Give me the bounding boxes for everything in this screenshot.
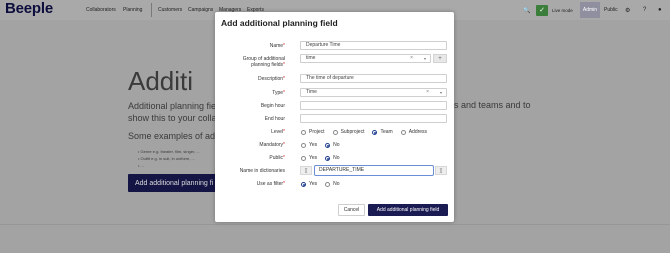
group-select[interactable]: time × ▾ (300, 54, 431, 63)
group-label: Group of additional planning fields* (242, 56, 285, 68)
chevron-down-icon[interactable]: ▾ (424, 55, 426, 62)
add-planning-field-button-bg[interactable]: Add additional planning fi (128, 174, 220, 192)
end-hour-input[interactable] (300, 114, 447, 123)
public-option-yes[interactable]: Yes (301, 155, 317, 161)
dialog-title: Add additional planning field (221, 18, 338, 28)
mandatory-option-no[interactable]: No (325, 142, 340, 148)
description-label: Description* (258, 76, 285, 82)
list-item: • Genre e.g. theater, film, singer, ... (138, 149, 200, 154)
live-mode-label: Live mode (552, 7, 573, 13)
description-input[interactable]: The time of departure (300, 74, 447, 83)
nav-divider (151, 3, 152, 17)
add-group-button[interactable]: + (433, 54, 447, 63)
admin-tab[interactable]: Admin (580, 2, 600, 18)
radio-button[interactable] (332, 129, 338, 135)
list-item: • Outfit e.g. in suit, in uniform, ... (138, 156, 195, 161)
radio-button-selected[interactable] (372, 129, 378, 135)
type-label: Type* (272, 90, 285, 96)
name-label: Name* (269, 43, 285, 49)
mandatory-radio-group: Yes No (301, 142, 348, 148)
brackets-icon: [[ (300, 166, 312, 175)
level-option-address[interactable]: Address (400, 129, 427, 135)
brackets-icon: ]] (435, 166, 447, 175)
page-intro-text-right: s and teams and to (454, 100, 531, 110)
clear-icon[interactable]: × (410, 55, 413, 62)
list-item: • ... (138, 163, 144, 168)
public-radio-group: Yes No (301, 155, 348, 161)
page-title: Additi (128, 66, 194, 96)
add-planning-field-button[interactable]: Add additional planning field (368, 204, 448, 216)
radio-button-selected[interactable] (325, 155, 331, 161)
add-planning-field-dialog: Add additional planning field Name* Depa… (215, 12, 454, 222)
dict-name-input[interactable]: DEPARTURE_TIME (314, 165, 434, 176)
page-intro-text: Additional planning field show this to y… (128, 101, 224, 123)
nav-customers[interactable]: Customers (158, 7, 182, 13)
live-mode-toggle[interactable]: ✓ Live mode (536, 3, 573, 17)
user-icon[interactable]: ● (658, 3, 662, 17)
public-tab[interactable]: Public (604, 3, 618, 17)
footer-divider (0, 224, 670, 225)
help-icon[interactable]: ? (643, 3, 646, 17)
clear-icon[interactable]: × (426, 89, 429, 96)
dict-name-label: Name in dictionaries (239, 168, 285, 174)
level-option-project[interactable]: Project (301, 129, 325, 135)
level-option-team[interactable]: Team (372, 129, 393, 135)
examples-list: • Genre e.g. theater, film, singer, ... … (138, 148, 200, 169)
end-hour-label: End hour (264, 116, 285, 122)
level-option-subproject[interactable]: Subproject (332, 129, 364, 135)
filter-radio-group: Yes No (301, 181, 348, 187)
mandatory-option-yes[interactable]: Yes (301, 142, 317, 148)
chevron-down-icon[interactable]: ▾ (440, 89, 442, 96)
nav-planning[interactable]: Planning (123, 7, 142, 13)
begin-hour-label: Begin hour (260, 103, 285, 109)
app-logo[interactable]: Beeple (5, 0, 53, 17)
filter-option-yes[interactable]: Yes (301, 181, 317, 187)
dict-name-field: [[ DEPARTURE_TIME ]] (300, 165, 447, 176)
level-label: Level* (271, 129, 285, 135)
filter-label: Use as filter* (256, 181, 285, 187)
check-icon: ✓ (536, 4, 548, 16)
search-icon[interactable]: 🔍 (523, 3, 530, 17)
radio-button[interactable] (301, 142, 306, 148)
public-label: Public* (269, 155, 285, 161)
type-select[interactable]: Time × ▾ (300, 88, 447, 97)
name-input[interactable]: Departure Time (300, 41, 447, 50)
filter-option-no[interactable]: No (325, 181, 340, 187)
level-radio-group: Project Subproject Team Address (301, 129, 435, 135)
radio-button-selected[interactable] (301, 181, 306, 187)
radio-button-selected[interactable] (325, 142, 331, 148)
gear-icon[interactable]: ⚙ (625, 3, 630, 17)
radio-button[interactable] (301, 129, 306, 135)
begin-hour-input[interactable] (300, 101, 447, 110)
nav-collaborators[interactable]: Collaborators (86, 7, 116, 13)
radio-button[interactable] (325, 181, 331, 187)
radio-button[interactable] (301, 155, 306, 161)
mandatory-label: Mandatory* (259, 142, 285, 148)
examples-heading: Some examples of addit (128, 131, 225, 141)
cancel-button[interactable]: Cancel (338, 204, 365, 216)
radio-button[interactable] (400, 129, 406, 135)
nav-campaigns[interactable]: Campaigns (188, 7, 213, 13)
public-option-no[interactable]: No (325, 155, 340, 161)
